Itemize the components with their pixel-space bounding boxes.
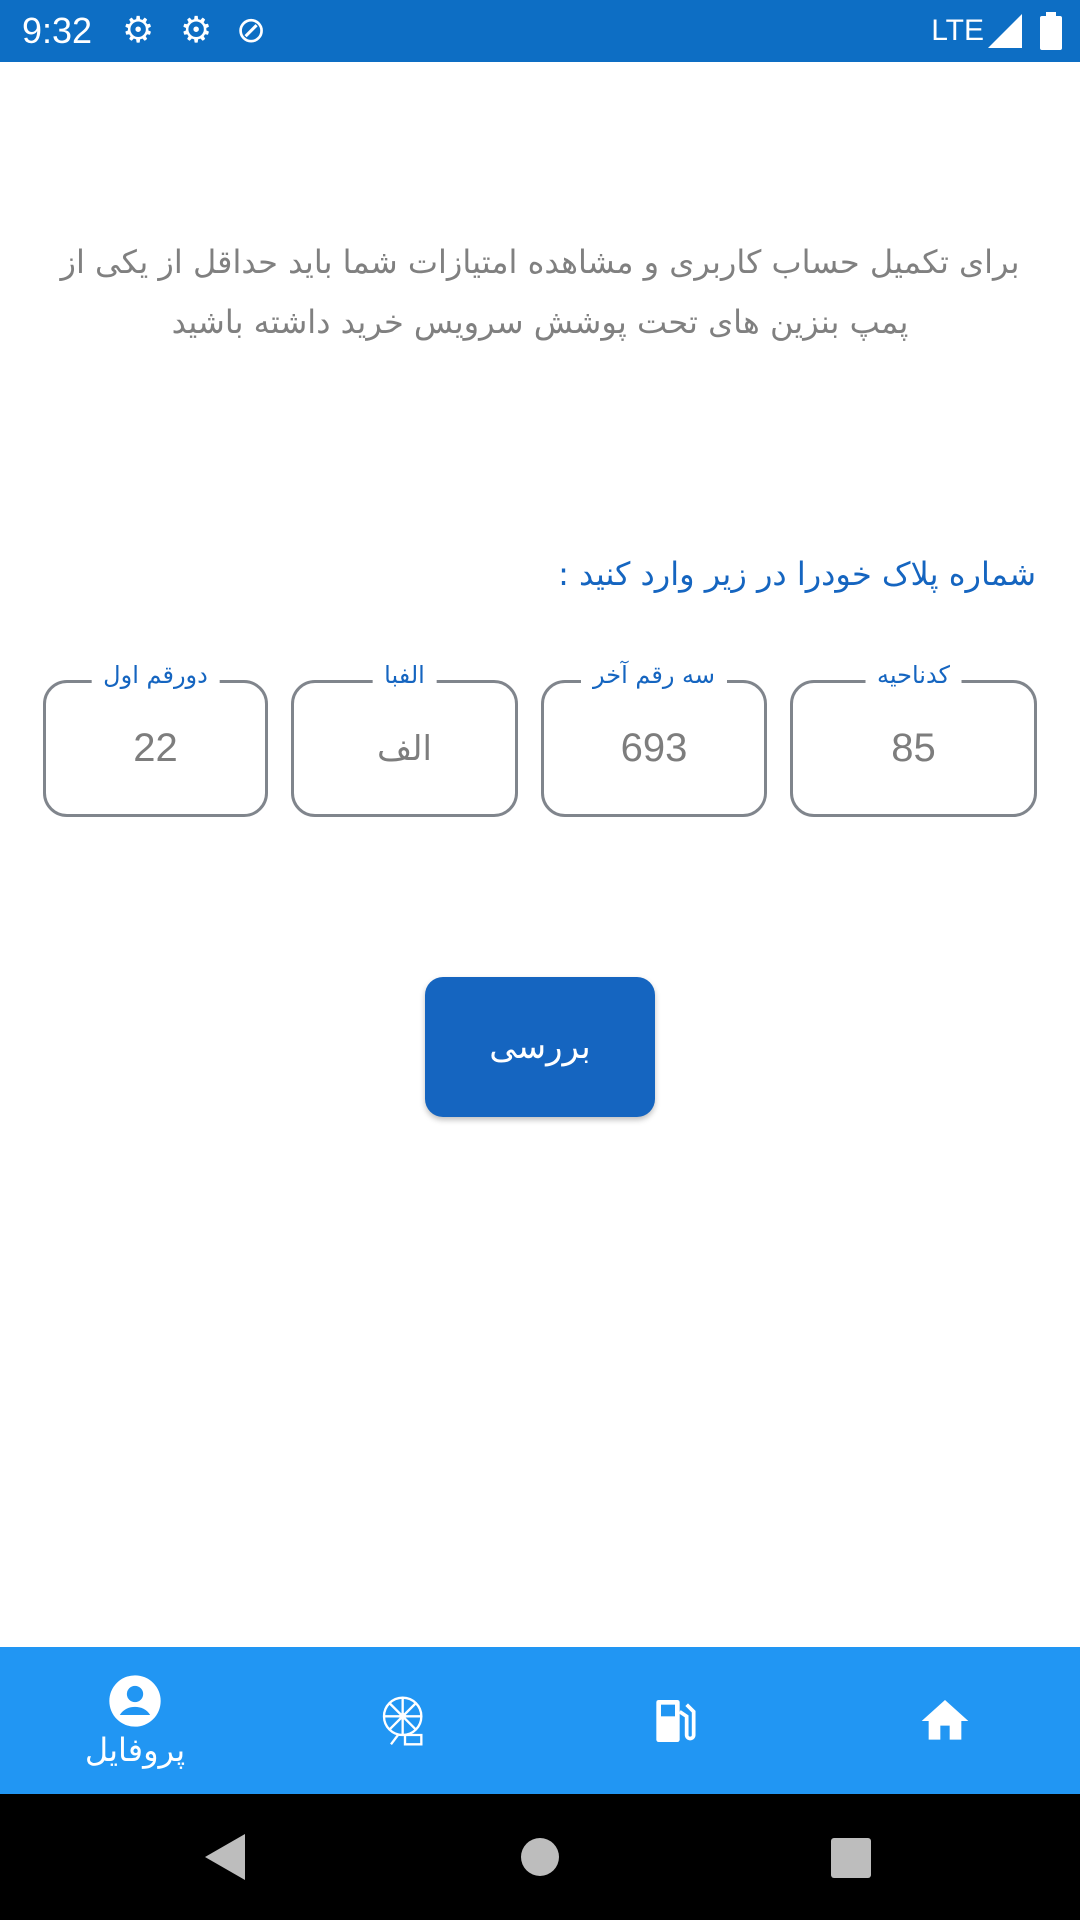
ferris-wheel-icon — [382, 1696, 423, 1745]
field-label: سه رقم آخر — [580, 661, 728, 689]
home-icon — [921, 1699, 969, 1740]
letter-field[interactable]: الفبا — [291, 661, 518, 817]
field-label: کدناحیه — [865, 661, 962, 689]
last-three-digits-input[interactable] — [544, 683, 764, 814]
plate-prompt: شماره پلاک خودرا در زیر وارد کنید : — [558, 555, 1036, 593]
nav-gas-station[interactable] — [540, 1647, 810, 1794]
first-two-digits-field[interactable]: دورقم اول — [43, 661, 268, 817]
settings-icon: ⚙ — [180, 10, 213, 51]
letter-input[interactable] — [294, 683, 515, 814]
back-icon[interactable] — [205, 1834, 245, 1880]
nav-profile[interactable]: پروفایل — [0, 1647, 270, 1794]
status-time: 9:32 — [22, 10, 93, 51]
profile-icon — [109, 1674, 161, 1727]
nav-entertainment[interactable] — [270, 1647, 540, 1794]
nav-home[interactable] — [810, 1647, 1080, 1794]
info-text: برای تکمیل حساب کاربری و مشاهده امتیازات… — [60, 243, 1020, 341]
field-label: الفبا — [372, 661, 437, 689]
check-button[interactable]: بررسی — [425, 977, 655, 1117]
battery-icon — [1040, 12, 1062, 50]
bottom-nav: پروفایل — [0, 1647, 1080, 1794]
region-code-input[interactable] — [793, 683, 1034, 814]
recents-icon[interactable] — [831, 1838, 871, 1878]
network-type: LTE — [931, 14, 984, 47]
home-button-icon[interactable] — [520, 1837, 560, 1877]
field-label: دورقم اول — [91, 661, 220, 689]
data-saver-icon: ⊘ — [236, 10, 267, 51]
settings-icon: ⚙ — [122, 10, 155, 51]
system-nav-bar — [0, 1794, 1080, 1920]
region-code-field[interactable]: کدناحیه — [790, 661, 1037, 817]
last-three-digits-field[interactable]: سه رقم آخر — [541, 661, 767, 817]
status-bar: 9:32 ⚙ ⚙ ⊘ LTE — [0, 0, 1080, 62]
gas-station-icon — [656, 1699, 696, 1742]
first-two-digits-input[interactable] — [46, 683, 265, 814]
signal-icon — [988, 14, 1022, 48]
nav-profile-label: پروفایل — [84, 1730, 186, 1769]
